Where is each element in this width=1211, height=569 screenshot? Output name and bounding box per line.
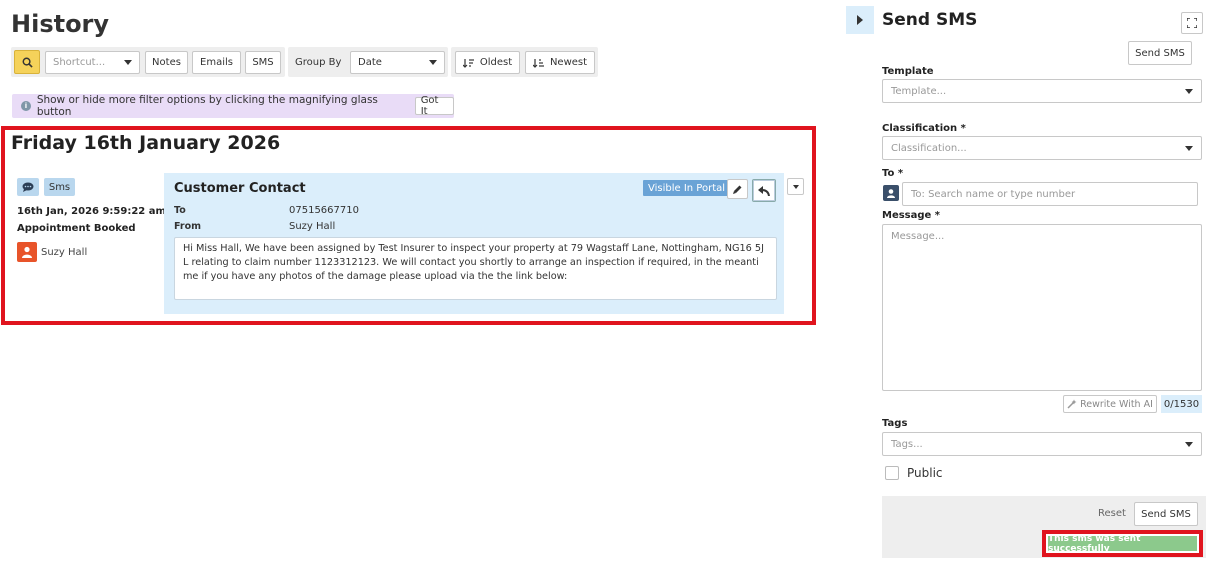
chevron-down-icon — [124, 60, 132, 65]
panel-title: Send SMS — [882, 10, 978, 30]
character-counter: 0/1530 — [1161, 395, 1202, 413]
expand-button[interactable] — [1181, 12, 1203, 34]
magnifier-icon — [22, 57, 33, 68]
rewrite-with-ai-button[interactable]: Rewrite With AI — [1063, 395, 1157, 413]
search-toggle-button[interactable] — [14, 50, 40, 74]
sort-newest-label: Newest — [549, 57, 588, 68]
panel-toggle-button[interactable] — [846, 6, 874, 34]
classification-placeholder: Classification... — [891, 142, 967, 154]
magic-wand-icon — [1067, 399, 1077, 409]
chat-bubble-icon — [22, 182, 34, 192]
classification-select[interactable]: Classification... — [882, 136, 1202, 160]
template-label: Template — [882, 66, 934, 77]
notes-filter-button[interactable]: Notes — [145, 51, 188, 74]
sort-oldest-label: Oldest — [479, 57, 513, 68]
entry-menu-button[interactable] — [787, 178, 804, 195]
to-input[interactable]: To: Search name or type number — [902, 182, 1198, 206]
user-icon — [22, 246, 32, 258]
group-by-label: Group By — [295, 57, 342, 68]
message-label: Message * — [882, 210, 941, 221]
entry-user: Suzy Hall — [41, 247, 88, 258]
send-sms-button-bottom[interactable]: Send SMS — [1134, 502, 1198, 526]
day-heading: Friday 16th January 2026 — [11, 132, 281, 154]
sort-ascending-icon — [462, 58, 474, 68]
page-title: History — [11, 10, 110, 38]
to-label: To — [174, 205, 186, 216]
public-checkbox[interactable] — [885, 466, 899, 480]
chevron-down-icon — [429, 60, 437, 65]
template-select[interactable]: Template... — [882, 79, 1202, 103]
reset-button[interactable]: Reset — [1098, 508, 1126, 519]
chevron-down-icon — [1185, 88, 1193, 94]
fullscreen-icon — [1187, 18, 1197, 28]
send-sms-button-top[interactable]: Send SMS — [1128, 41, 1192, 65]
shortcut-placeholder: Shortcut... — [53, 57, 106, 68]
success-toast: This sms was sent successfully — [1048, 534, 1197, 554]
entry-datetime: 16th Jan, 2026 9:59:22 am — [17, 206, 166, 217]
avatar — [17, 242, 37, 262]
to-value: 07515667710 — [289, 205, 359, 216]
chevron-down-icon — [1185, 441, 1193, 447]
shortcut-select[interactable]: Shortcut... — [45, 51, 140, 74]
message-body: Hi Miss Hall, We have been assigned by T… — [174, 237, 777, 300]
chevron-down-icon — [792, 184, 799, 189]
sms-filter-button[interactable]: SMS — [245, 51, 281, 74]
visible-in-portal-badge[interactable]: Visible In Portal — [643, 180, 731, 196]
from-value: Suzy Hall — [289, 221, 336, 232]
success-highlight: This sms was sent successfully — [1042, 530, 1203, 557]
sort-descending-icon — [532, 58, 544, 68]
emails-filter-button[interactable]: Emails — [192, 51, 241, 74]
play-icon — [857, 15, 863, 25]
template-placeholder: Template... — [891, 85, 947, 97]
chevron-down-icon — [1185, 145, 1193, 151]
pencil-icon — [733, 185, 742, 194]
public-label: Public — [907, 466, 943, 480]
info-icon: i — [21, 101, 31, 111]
hint-text: Show or hide more filter options by clic… — [36, 94, 378, 118]
tags-placeholder: Tags... — [891, 438, 923, 450]
filter-hint: i Show or hide more filter options by cl… — [12, 94, 454, 118]
entry-card-title: Customer Contact — [174, 181, 306, 196]
entry-type-badge: Sms — [44, 178, 75, 196]
sms-type-icon — [17, 178, 39, 196]
contact-card-icon[interactable] — [883, 185, 899, 201]
got-it-button[interactable]: Got It — [414, 95, 454, 117]
reply-icon — [758, 185, 770, 196]
rewrite-label: Rewrite With AI — [1080, 398, 1153, 410]
from-label: From — [174, 221, 201, 232]
tags-select[interactable]: Tags... — [882, 432, 1202, 456]
classification-label: Classification * — [882, 123, 966, 134]
sort-oldest-button[interactable]: Oldest — [455, 51, 520, 74]
message-textarea[interactable]: Message... — [882, 224, 1202, 391]
tags-label: Tags — [882, 418, 908, 429]
reply-button[interactable] — [752, 179, 776, 202]
person-icon — [887, 188, 895, 198]
sort-newest-button[interactable]: Newest — [525, 51, 595, 74]
to-field-label: To * — [882, 168, 904, 179]
edit-button[interactable] — [727, 179, 748, 199]
group-by-value: Date — [358, 57, 382, 68]
group-by-select[interactable]: Date — [350, 51, 445, 74]
entry-status: Appointment Booked — [17, 223, 136, 234]
